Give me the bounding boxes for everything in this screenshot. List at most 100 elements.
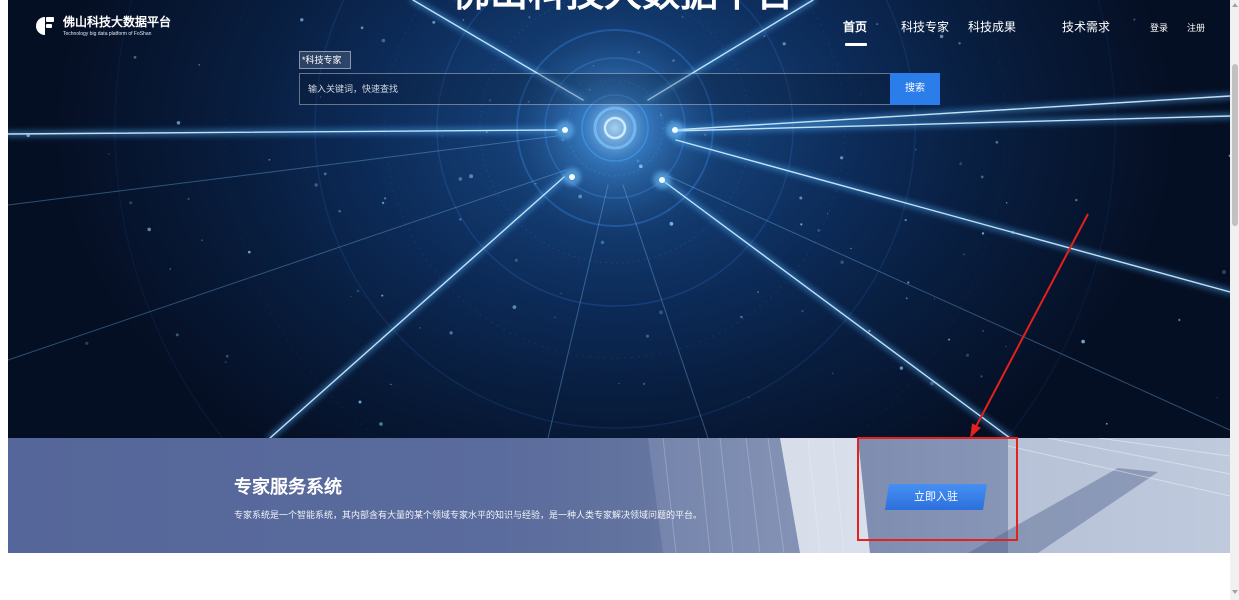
hero-particle	[933, 298, 936, 300]
light-node	[659, 177, 665, 183]
hero-particle	[600, 240, 605, 245]
hero-particle	[939, 34, 944, 39]
nav-item-home[interactable]: 首页	[843, 20, 867, 34]
login-link[interactable]: 登录	[1150, 23, 1168, 33]
hero-particle	[224, 361, 227, 364]
hero-particle	[248, 250, 251, 254]
light-node	[569, 174, 575, 180]
hero-section	[8, 0, 1230, 438]
logo-link[interactable]: 佛山科技大数据平台 Technology big data platform o…	[35, 14, 175, 38]
nav-item-experts[interactable]: 科技专家	[901, 20, 949, 34]
nav-item-achievements[interactable]: 科技成果	[968, 20, 1016, 34]
hero-particle	[1105, 422, 1108, 425]
hero-particle	[1133, 18, 1136, 21]
nav-active-indicator	[845, 43, 867, 46]
hero-particle	[840, 260, 844, 264]
banner-description: 专家系统是一个智能系统，其内部含有大量的某个领域专家水平的知识与经验，是一种人类…	[234, 510, 703, 520]
hero-particle	[1011, 230, 1015, 234]
hero-particle	[646, 334, 649, 338]
hero-particle	[904, 218, 907, 222]
hero-particle	[358, 400, 362, 404]
building-panel	[648, 438, 800, 553]
hero-particle	[668, 209, 670, 211]
hero-particle	[801, 309, 804, 313]
hero-particle	[982, 329, 985, 332]
search-input[interactable]	[299, 73, 890, 105]
hero-particle	[535, 183, 537, 185]
hero-background-graphic	[8, 0, 1230, 438]
hero-particle	[643, 382, 646, 385]
hero-particle	[840, 156, 844, 160]
hero-particle	[757, 291, 759, 293]
logo-icon	[36, 17, 54, 35]
hero-particle	[314, 183, 318, 187]
hero-particle	[390, 383, 392, 385]
nav-item-tech-demands[interactable]: 技术需求	[1062, 20, 1110, 34]
scrollbar-thumb[interactable]	[1232, 64, 1238, 226]
hero-title: 佛山科技大数据平台	[452, 0, 794, 13]
hero-particle	[1075, 198, 1078, 202]
hero-particle	[360, 26, 364, 30]
hero-particle	[26, 133, 30, 138]
hero-particle	[469, 174, 474, 179]
hero-particle	[356, 289, 360, 293]
scroll-up-icon[interactable]	[1232, 3, 1238, 7]
hero-particle	[1005, 202, 1008, 204]
hero-particle	[959, 162, 963, 166]
hero-particle	[268, 158, 271, 161]
hero-particle	[225, 354, 229, 358]
hero-particle	[381, 294, 384, 297]
scroll-down-icon[interactable]	[1232, 590, 1238, 594]
hero-particle	[133, 55, 137, 59]
hero-particle	[948, 338, 951, 341]
hero-particle	[528, 16, 531, 19]
hero-particle	[965, 353, 970, 357]
hero-particle	[432, 20, 436, 24]
hero-particle	[637, 51, 640, 54]
hero-particle	[1222, 270, 1226, 274]
hero-particle	[915, 148, 917, 151]
hero-particle	[832, 372, 834, 374]
hero-particle	[763, 35, 766, 38]
hero-particle	[958, 42, 961, 45]
hero-particle	[659, 310, 663, 315]
logo-subtitle: Technology big data platform of FoShan	[63, 31, 152, 37]
hero-particle	[618, 382, 620, 385]
hero-particle	[108, 153, 110, 155]
hero-particle	[850, 247, 852, 250]
hero-particle	[129, 201, 133, 205]
hero-particle	[669, 221, 674, 226]
vertical-scrollbar[interactable]	[1230, 0, 1239, 600]
search-category-select[interactable]: *科技专家	[299, 51, 351, 69]
hero-particle	[578, 194, 583, 199]
hero-particle	[672, 59, 675, 62]
search-button[interactable]: 搜索	[890, 73, 940, 105]
search-bar: 搜索	[299, 73, 940, 105]
hero-particle	[441, 135, 443, 137]
hero-particle	[905, 297, 908, 300]
hero-particle	[175, 333, 179, 337]
hero-particle	[639, 164, 643, 169]
expert-service-banner: 专家服务系统 专家系统是一个智能系统，其内部含有大量的某个领域专家水平的知识与经…	[8, 438, 1230, 553]
hero-particle	[485, 131, 488, 134]
hero-particle	[1216, 397, 1218, 399]
hero-particle	[176, 121, 181, 125]
hero-particle	[379, 422, 383, 426]
hero-particle	[147, 227, 151, 232]
hero-particle	[800, 223, 803, 226]
hero-particle	[1081, 339, 1085, 344]
hero-particle	[930, 381, 934, 386]
register-link[interactable]: 注册	[1187, 23, 1205, 33]
hero-particle	[817, 229, 820, 232]
hero-particle	[876, 23, 879, 26]
hero-particle	[418, 327, 421, 329]
hero-particle	[827, 213, 829, 215]
light-node	[672, 127, 678, 133]
hero-particle	[323, 172, 327, 176]
hero-particle	[980, 375, 983, 378]
banner-title: 专家服务系统	[234, 477, 342, 497]
hero-particle	[350, 295, 352, 297]
hero-particle	[458, 177, 463, 181]
hero-particle	[459, 218, 462, 221]
hero-particle	[201, 239, 203, 242]
